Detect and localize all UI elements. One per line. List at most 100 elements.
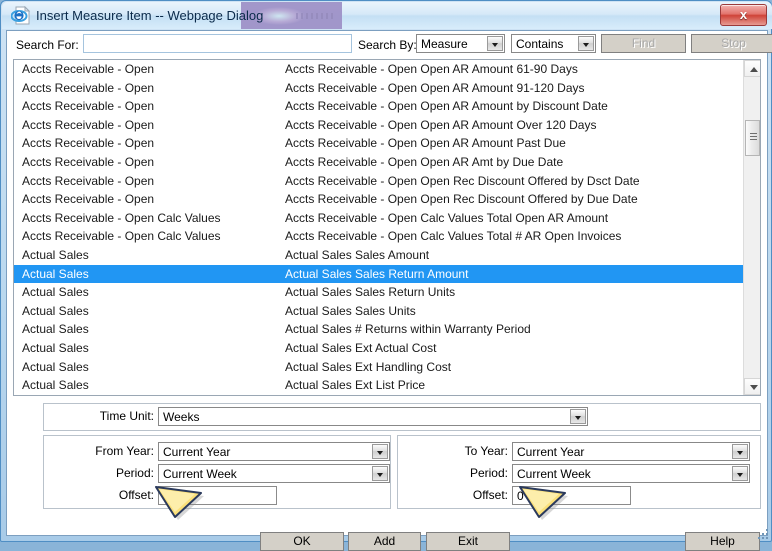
search-by-select[interactable]: Measure bbox=[416, 34, 505, 53]
list-item-category: Actual Sales bbox=[22, 283, 89, 302]
from-year-value: Current Year bbox=[163, 444, 230, 460]
chevron-down-icon[interactable] bbox=[372, 444, 388, 459]
list-item[interactable]: Accts Receivable - Open Calc Values Accts… bbox=[14, 227, 744, 246]
list-item-measure: Actual Sales Sales Units bbox=[285, 302, 416, 321]
list-item-category: Accts Receivable - Open Calc Values bbox=[22, 227, 221, 246]
internet-explorer-icon bbox=[11, 6, 31, 25]
list-item-measure: Accts Receivable - Open Calc Values Tota… bbox=[285, 209, 608, 228]
list-item[interactable]: Accts Receivable - Open Accts Receivable … bbox=[14, 97, 744, 116]
list-item-category: Accts Receivable - Open bbox=[22, 79, 154, 98]
scroll-down-icon[interactable] bbox=[744, 378, 761, 395]
resize-grip-icon[interactable] bbox=[757, 527, 769, 539]
from-offset-input[interactable] bbox=[158, 486, 277, 505]
match-mode-select[interactable]: Contains bbox=[511, 34, 596, 53]
list-item-category: Accts Receivable - Open bbox=[22, 190, 154, 209]
to-period-select[interactable]: Current Week bbox=[512, 464, 750, 483]
chevron-down-icon[interactable] bbox=[578, 36, 594, 51]
list-item[interactable]: Actual Sales Actual Sales Sales Amount bbox=[14, 246, 744, 265]
list-item-measure: Actual Sales Ext Handling Cost bbox=[285, 358, 451, 377]
time-unit-panel: Time Unit: Weeks bbox=[43, 403, 761, 431]
stop-button[interactable]: Stop bbox=[691, 34, 772, 53]
list-item-measure: Accts Receivable - Open Calc Values Tota… bbox=[285, 227, 621, 246]
chevron-down-icon[interactable] bbox=[372, 466, 388, 481]
from-period-value: Current Week bbox=[163, 466, 237, 482]
chevron-down-icon[interactable] bbox=[732, 466, 748, 481]
to-period-label: Period: bbox=[408, 466, 508, 480]
to-year-value: Current Year bbox=[517, 444, 584, 460]
find-button[interactable]: Find bbox=[601, 34, 686, 53]
list-item-category: Actual Sales bbox=[22, 302, 89, 321]
list-item[interactable]: Actual Sales Actual Sales Ext List Price bbox=[14, 376, 744, 395]
scrollbar-thumb[interactable] bbox=[745, 120, 760, 156]
close-button[interactable]: x bbox=[720, 4, 767, 26]
from-period-label: Period: bbox=[54, 466, 154, 480]
measure-list[interactable]: Accts Receivable - OpenAccts Receivable … bbox=[13, 59, 761, 396]
dialog-window: Insert Measure Item -- Webpage Dialog x … bbox=[0, 0, 772, 542]
list-item[interactable]: Actual Sales Actual Sales Ext Handling Co… bbox=[14, 358, 744, 377]
dialog-client-area: Search For: Search By: Measure Contains … bbox=[6, 30, 768, 536]
chevron-down-icon[interactable] bbox=[732, 444, 748, 459]
list-item-measure: Accts Receivable - Open Open Rec Discoun… bbox=[285, 172, 640, 191]
from-year-label: From Year: bbox=[54, 444, 154, 458]
list-item-measure: Accts Receivable - Open Open AR Amount P… bbox=[285, 134, 566, 153]
list-item-measure: Actual Sales Ext List Price bbox=[285, 376, 425, 395]
list-item[interactable]: Actual SalesActual Sales Ext Actual Cost bbox=[14, 339, 744, 358]
scroll-up-icon[interactable] bbox=[744, 60, 761, 77]
list-item-category: Accts Receivable - Open bbox=[22, 97, 154, 116]
to-offset-input[interactable] bbox=[512, 486, 631, 505]
to-offset-label: Offset: bbox=[408, 488, 508, 502]
search-input[interactable] bbox=[83, 34, 352, 53]
time-unit-label: Time Unit: bbox=[60, 409, 154, 423]
list-item-category: Accts Receivable - Open Calc Values bbox=[22, 209, 221, 228]
list-item-category: Accts Receivable - Open bbox=[22, 116, 154, 135]
list-item-category: Actual Sales bbox=[22, 320, 89, 339]
chevron-down-icon[interactable] bbox=[487, 36, 503, 51]
measure-list-body[interactable]: Accts Receivable - OpenAccts Receivable … bbox=[14, 60, 744, 395]
list-item-measure: Accts Receivable - Open Open AR Amt by D… bbox=[285, 153, 563, 172]
search-for-label: Search For: bbox=[16, 38, 79, 52]
list-item[interactable]: Accts Receivable - Open Accts Receivable … bbox=[14, 116, 744, 135]
list-item[interactable]: Accts Receivable - Open Accts Receivable … bbox=[14, 134, 744, 153]
from-year-select[interactable]: Current Year bbox=[158, 442, 390, 461]
list-item-measure: Accts Receivable - Open Open AR Amount 6… bbox=[285, 60, 578, 79]
from-offset-label: Offset: bbox=[54, 488, 154, 502]
list-item-category: Actual Sales bbox=[22, 265, 89, 284]
list-item-measure: Accts Receivable - Open Open AR Amount O… bbox=[285, 116, 596, 135]
list-item-measure: Actual Sales # Returns within Warranty P… bbox=[285, 320, 531, 339]
to-panel: To Year: Current Year Period: Current We… bbox=[397, 435, 761, 509]
match-mode-value: Contains bbox=[516, 36, 563, 52]
list-item[interactable]: Accts Receivable - OpenAccts Receivable … bbox=[14, 153, 744, 172]
list-item-category: Accts Receivable - Open bbox=[22, 134, 154, 153]
list-item-category: Actual Sales bbox=[22, 246, 89, 265]
list-item[interactable]: Accts Receivable - OpenAccts Receivable … bbox=[14, 190, 744, 209]
list-item-category: Actual Sales bbox=[22, 358, 89, 377]
list-item-measure: Accts Receivable - Open Open AR Amount b… bbox=[285, 97, 608, 116]
list-item[interactable]: Actual Sales Actual Sales # Returns withi… bbox=[14, 320, 744, 339]
list-item-measure: Actual Sales Sales Return Amount bbox=[285, 265, 468, 284]
list-item[interactable]: Actual Sales Actual Sales Sales Return Am… bbox=[14, 265, 744, 284]
chevron-down-icon[interactable] bbox=[570, 409, 586, 424]
list-item-category: Actual Sales bbox=[22, 376, 89, 395]
list-item[interactable]: Accts Receivable - Open Calc Values Accts… bbox=[14, 209, 744, 228]
search-toolbar: Search For: Search By: Measure Contains … bbox=[7, 31, 767, 58]
list-item[interactable]: Accts Receivable - OpenAccts Receivable … bbox=[14, 79, 744, 98]
title-bar: Insert Measure Item -- Webpage Dialog x bbox=[2, 2, 772, 29]
list-item-category: Accts Receivable - Open bbox=[22, 172, 154, 191]
from-panel: From Year: Current Year Period: Current … bbox=[43, 435, 391, 509]
time-unit-select[interactable]: Weeks bbox=[158, 407, 588, 426]
list-item[interactable]: Accts Receivable - Open Accts Receivable … bbox=[14, 172, 744, 191]
list-item[interactable]: Actual Sales Actual Sales Sales Units bbox=[14, 302, 744, 321]
to-year-label: To Year: bbox=[408, 444, 508, 458]
to-period-value: Current Week bbox=[517, 466, 591, 482]
list-item-measure: Actual Sales Sales Amount bbox=[285, 246, 429, 265]
time-unit-value: Weeks bbox=[163, 409, 199, 425]
list-item-category: Actual Sales bbox=[22, 339, 89, 358]
from-period-select[interactable]: Current Week bbox=[158, 464, 390, 483]
to-year-select[interactable]: Current Year bbox=[512, 442, 750, 461]
search-by-label: Search By: bbox=[358, 38, 417, 52]
window-title: Insert Measure Item -- Webpage Dialog bbox=[36, 6, 263, 25]
list-item[interactable]: Actual Sales Actual Sales Sales Return Un… bbox=[14, 283, 744, 302]
list-item-measure: Actual Sales Sales Return Units bbox=[285, 283, 455, 302]
list-item[interactable]: Accts Receivable - OpenAccts Receivable … bbox=[14, 60, 744, 79]
list-scrollbar[interactable] bbox=[743, 60, 760, 395]
